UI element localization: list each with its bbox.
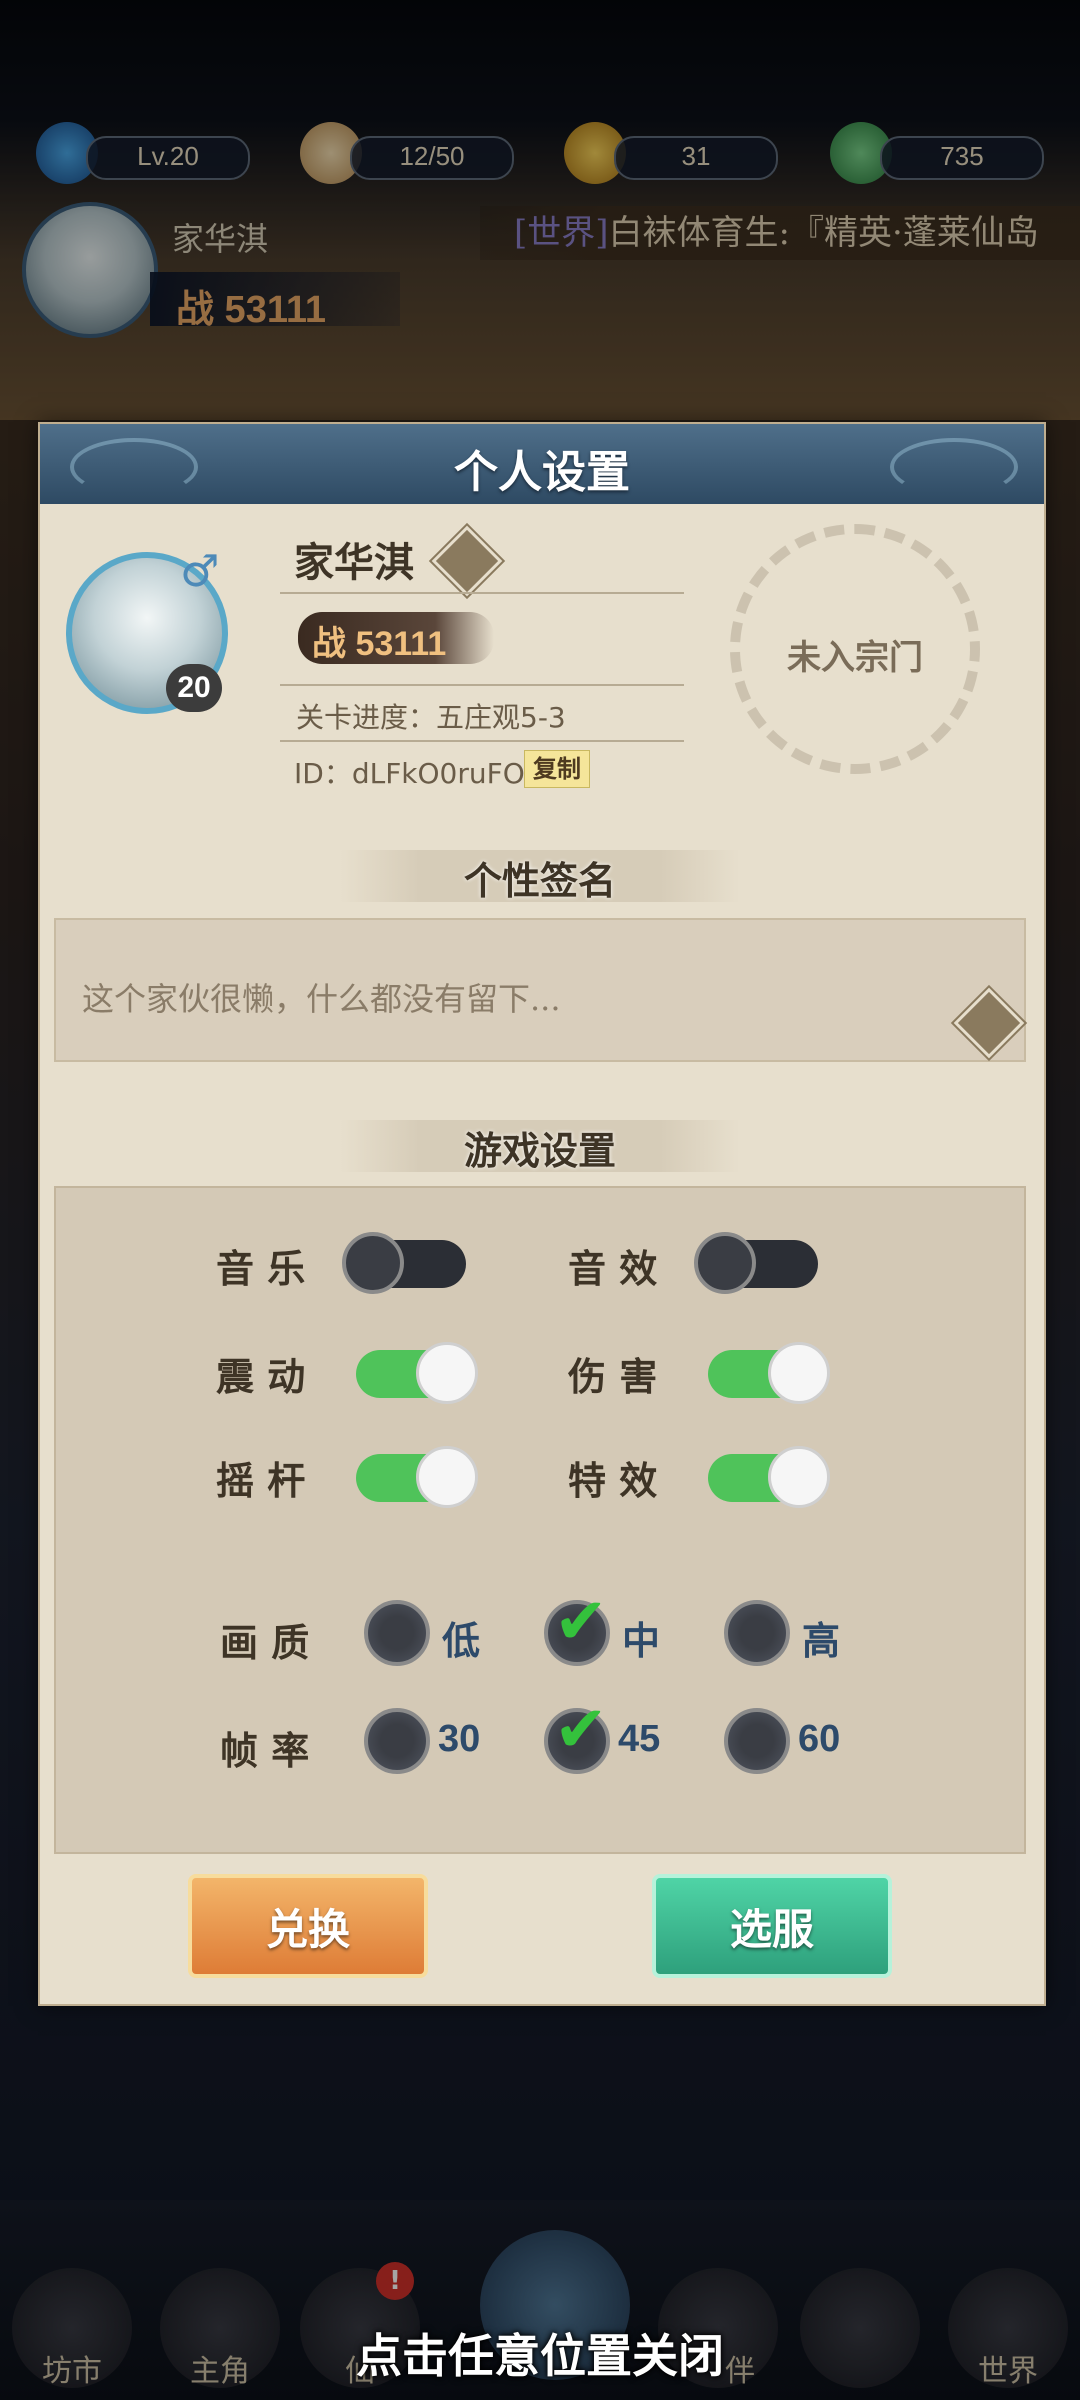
quality-low-radio[interactable] [364,1600,430,1666]
divider [280,740,684,742]
framerate-60-radio[interactable] [724,1708,790,1774]
select-server-button[interactable]: 选服 [652,1874,892,1978]
game-settings-header: 游戏设置 [463,1128,616,1173]
toggle-knob [416,1446,478,1508]
toggle-knob [768,1446,830,1508]
profile-name: 家华淇 [294,539,414,586]
quality-high-radio[interactable] [724,1600,790,1666]
game-settings-box [54,1186,1026,1854]
effects-toggle[interactable] [708,1446,830,1508]
level-badge: 20 [166,664,222,712]
quality-medium-radio[interactable]: ✔ [544,1590,610,1666]
damage-label: 伤 害 [568,1354,658,1399]
quality-low-label: 低 [442,1621,481,1663]
sound-effect-toggle[interactable] [694,1232,818,1294]
checkmark-icon: ✔ [554,1585,608,1659]
framerate-45-label: 45 [618,1718,661,1760]
tap-to-close-hint: 点击任意位置关闭 [356,2329,724,2383]
edit-name-icon[interactable] [428,522,506,600]
quality-medium-label: 中 [622,1621,661,1663]
quality-high-label: 高 [802,1621,841,1663]
vibration-toggle[interactable] [356,1342,478,1404]
framerate-label: 帧 率 [220,1728,310,1773]
framerate-45-radio[interactable]: ✔ [544,1698,610,1774]
joystick-label: 摇 杆 [216,1458,306,1503]
vibration-label: 震 动 [216,1354,306,1399]
joystick-toggle[interactable] [356,1446,478,1508]
profile-power: 战 53111 [312,616,446,665]
signature-header: 个性签名 [463,858,616,903]
copy-id-button[interactable]: 复制 [524,750,590,788]
male-gender-icon: ♂ [180,546,220,597]
toggle-knob [694,1232,756,1294]
toggle-knob [768,1342,830,1404]
toggle-knob [342,1232,404,1294]
framerate-60-label: 60 [798,1718,841,1760]
effects-label: 特 效 [568,1458,658,1503]
stage-progress: 关卡进度：五庄观5-3 [296,701,566,734]
framerate-30-radio[interactable] [364,1708,430,1774]
framerate-30-label: 30 [438,1718,481,1760]
divider [280,684,684,686]
player-id: ID：dLFkO0ruFO [294,757,525,790]
power-value: 53111 [355,625,447,663]
checkmark-icon: ✔ [554,1693,608,1767]
sound-effect-label: 音 效 [568,1246,658,1291]
sect-status[interactable]: 未入宗门 [730,630,980,679]
damage-toggle[interactable] [708,1342,830,1404]
signature-text: 这个家伙很懒，什么都没有留下... [82,980,561,1018]
toggle-knob [416,1342,478,1404]
personal-settings-panel: 个人设置 ♂ 20 家华淇 战 53111 关卡进度：五庄观5-3 ID：dLF… [38,422,1046,2006]
panel-header: 个人设置 [40,424,1044,504]
divider [280,592,684,594]
power-label: 战 [312,625,346,663]
music-toggle[interactable] [342,1232,466,1294]
quality-label: 画 质 [220,1620,310,1665]
redeem-button[interactable]: 兑换 [188,1874,428,1978]
music-label: 音 乐 [216,1246,306,1291]
panel-title: 个人设置 [454,447,630,498]
